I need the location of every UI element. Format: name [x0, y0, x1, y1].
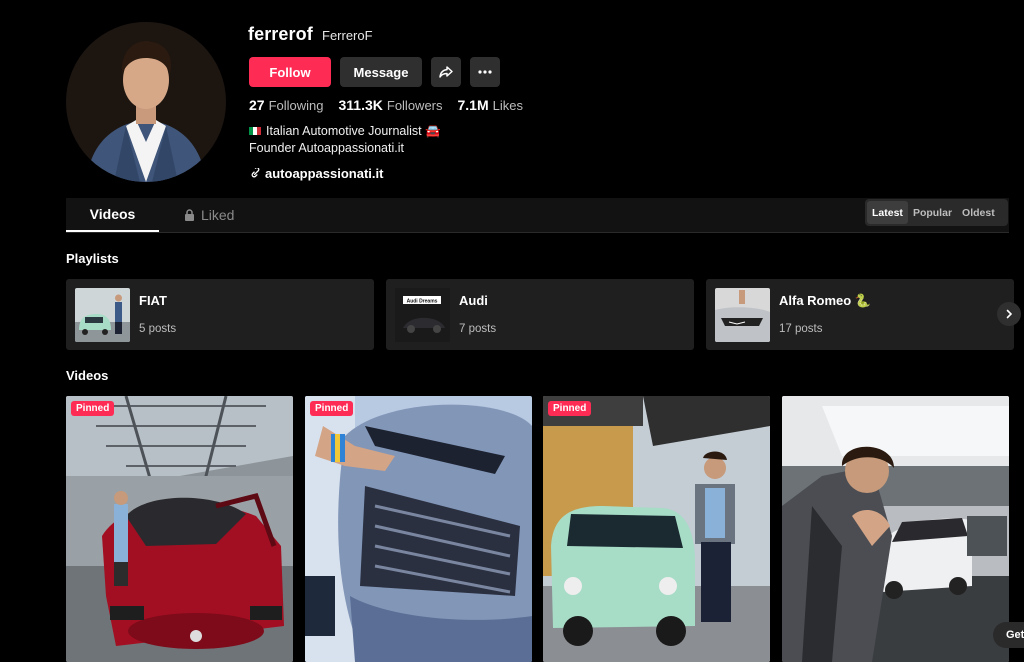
avatar-portrait — [66, 22, 226, 182]
bio-line-1: Italian Automotive Journalist 🚘 — [266, 124, 441, 138]
bio-line-2: Founder Autoappassionati.it — [249, 141, 404, 155]
playlist-card-fiat[interactable]: FIAT 5 posts — [66, 279, 374, 350]
playlist-name: Alfa Romeo 🐍 — [779, 293, 872, 308]
tab-videos[interactable]: Videos — [66, 198, 159, 232]
playlist-name: FIAT — [139, 293, 167, 308]
message-button[interactable]: Message — [340, 57, 422, 87]
playlist-thumbnail — [715, 288, 770, 342]
playlist-count: 5 posts — [139, 323, 177, 335]
get-app-button[interactable]: Get — [993, 622, 1024, 648]
more-options-button[interactable] — [470, 57, 500, 87]
sort-toggle: Latest Popular Oldest — [865, 199, 1008, 226]
profile-bio: Italian Automotive Journalist 🚘 Founder … — [249, 123, 441, 157]
italy-flag-icon — [249, 127, 261, 135]
profile-link-text: autoappassionati.it — [265, 166, 384, 181]
profile-avatar[interactable] — [66, 22, 226, 182]
pinned-badge: Pinned — [310, 401, 354, 416]
profile-page: ferrerof FerreroF Follow Message 27 Follo… — [0, 0, 1024, 662]
profile-username: ferrerof — [248, 24, 313, 44]
tab-liked-label: Liked — [201, 207, 235, 223]
playlist-thumb-image — [715, 288, 770, 342]
sort-popular[interactable]: Popular — [908, 201, 957, 224]
sort-latest[interactable]: Latest — [867, 201, 908, 224]
playlists-heading: Playlists — [66, 251, 119, 266]
more-icon — [478, 70, 492, 74]
profile-nickname: FerreroF — [322, 28, 373, 43]
playlist-card-audi[interactable]: Audi Dreams Audi 7 posts — [386, 279, 694, 350]
share-icon — [439, 66, 453, 78]
stat-likes-value: 7.1M — [457, 97, 489, 113]
playlist-thumbnail: Audi Dreams — [395, 288, 450, 342]
video-thumbnail[interactable] — [782, 396, 1009, 662]
stat-following[interactable]: 27 Following — [249, 97, 324, 113]
stat-followers-value: 311.3K — [338, 97, 383, 113]
videos-heading: Videos — [66, 368, 109, 383]
lock-icon — [185, 209, 194, 221]
video-frame — [782, 396, 1009, 662]
playlist-thumb-caption: Audi Dreams — [407, 299, 438, 305]
chevron-right-icon — [1006, 309, 1013, 319]
playlist-thumb-image — [75, 288, 130, 342]
playlist-count: 7 posts — [459, 323, 497, 335]
sort-oldest[interactable]: Oldest — [957, 201, 1000, 224]
profile-link[interactable]: autoappassionati.it — [250, 166, 383, 181]
video-thumbnail[interactable]: Pinned — [66, 396, 293, 662]
stat-likes: 7.1M Likes — [458, 97, 523, 113]
pinned-badge: Pinned — [71, 401, 115, 416]
video-frame — [66, 396, 293, 662]
follow-button[interactable]: Follow — [249, 57, 331, 87]
playlist-count: 17 posts — [779, 323, 823, 335]
pinned-badge: Pinned — [548, 401, 592, 416]
link-icon — [251, 168, 260, 178]
playlist-name: Audi — [459, 293, 488, 308]
video-thumbnail[interactable]: Pinned — [305, 396, 532, 662]
playlist-thumbnail — [75, 288, 130, 342]
playlist-thumb-image: Audi Dreams — [395, 288, 450, 342]
share-button[interactable] — [431, 57, 461, 87]
stat-followers[interactable]: 311.3K Followers — [339, 97, 443, 113]
video-thumbnail[interactable]: Pinned — [543, 396, 770, 662]
stat-likes-label: Likes — [492, 98, 523, 113]
stat-following-label: Following — [268, 98, 324, 113]
stat-followers-label: Followers — [386, 98, 443, 113]
video-frame — [305, 396, 532, 662]
stat-following-value: 27 — [249, 97, 265, 113]
video-frame — [543, 396, 770, 662]
profile-stats: 27 Following 311.3K Followers 7.1M Likes — [249, 97, 523, 113]
playlists-next-button[interactable] — [997, 302, 1021, 326]
tab-liked[interactable]: Liked — [184, 198, 234, 232]
playlist-card-alfa-romeo[interactable]: Alfa Romeo 🐍 17 posts — [706, 279, 1014, 350]
